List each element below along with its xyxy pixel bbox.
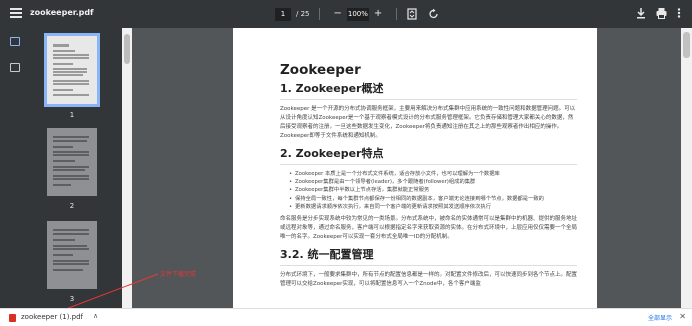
page-zoom-controls: 1 / 25 − 100% + (275, 6, 440, 22)
menu-icon[interactable] (10, 8, 22, 20)
document-scrollbar[interactable] (681, 28, 692, 308)
thumbnail-page[interactable] (44, 33, 100, 107)
section-heading: 3.2. 统一配置管理 (280, 246, 577, 267)
show-all-downloads-link[interactable]: 全部显示 (648, 313, 672, 322)
download-icon[interactable] (635, 6, 647, 20)
pdf-toolbar: zookeeper.pdf 1 / 25 − 100% + (0, 0, 692, 28)
thumbnail-scrollbar[interactable] (122, 28, 132, 308)
total-pages: / 25 (296, 10, 310, 18)
list-item: Zookeeper 本质上是一个分布式文件系统，适合存放小文件，也可以理解为一个… (289, 170, 577, 178)
section-heading: 2. Zookeeper特点 (280, 145, 577, 165)
more-options-icon[interactable] (676, 6, 682, 20)
page-number-input[interactable]: 1 (275, 7, 291, 21)
document-viewer: Zookeeper 1. Zookeeper概述 Zookeeper 是一个开源… (132, 28, 692, 308)
thumbnail-page[interactable] (47, 221, 97, 289)
thumbnail-page[interactable] (47, 128, 97, 196)
rotate-icon[interactable] (428, 8, 440, 20)
toolbar-actions (635, 6, 682, 20)
sidebar-rail (0, 28, 30, 308)
zoom-out-button[interactable]: − (329, 7, 347, 21)
thumbnail-page-number: 3 (69, 295, 75, 303)
section-paragraph: 命名服务是分步实现系统中较为常见的一类场景。分布式系统中，被命名的实体通常可以是… (280, 216, 578, 241)
thumbnail-panel: 1 2 3 (30, 28, 122, 308)
toolbar-divider (396, 8, 398, 20)
section-heading: 1. Zookeeper概述 (280, 80, 577, 100)
print-icon[interactable] (655, 6, 668, 20)
thumbnail-view-icon[interactable] (10, 37, 20, 46)
section-paragraph: 分布式环境下，一般要求集群中，所有节点的配置信息都是一样的。对配置文件修改后，可… (280, 272, 578, 288)
thumbnail-page-number: 1 (69, 111, 75, 119)
close-icon[interactable]: ✕ (679, 312, 686, 321)
zoom-in-button[interactable]: + (369, 7, 387, 21)
section-paragraph: Zookeeper 是一个开源的分布式协调服务框架，主要用来解决分布式集群中应用… (280, 106, 576, 139)
document-title: Zookeeper (280, 62, 361, 78)
fit-page-icon[interactable] (406, 8, 418, 20)
list-item: 保持全局一致性，每个集群节点都保存一份相同的数据副本，客户端无论连接到哪个节点，… (289, 195, 577, 203)
pdf-file-icon (9, 314, 16, 322)
annotation-label: 文件下载完成 (160, 271, 197, 278)
list-item: Zookeeper集群是由一个领导者(leader)，多个跟随者(followe… (289, 178, 577, 186)
pdf-page: Zookeeper 1. Zookeeper概述 Zookeeper 是一个开源… (233, 28, 597, 308)
chevron-up-icon[interactable]: ∧ (93, 312, 98, 320)
feature-list: Zookeeper 本质上是一个分布式文件系统，适合存放小文件，也可以理解为一个… (289, 170, 577, 211)
outline-view-icon[interactable] (10, 63, 20, 72)
list-item: Zookeeper集群中半数以上节点存活，集群就能正常服务 (289, 186, 577, 194)
file-title: zookeeper.pdf (30, 8, 94, 17)
pdf-viewer-app: zookeeper.pdf 1 / 25 − 100% + 1 2 3 Zook… (0, 0, 692, 326)
zoom-level-input[interactable]: 100% (346, 7, 369, 21)
thumbnail-page-number: 2 (69, 202, 75, 210)
download-bar: zookeeper (1).pdf ∧ 全部显示 ✕ (0, 308, 692, 326)
list-item: 更新数据请求顺序依次执行，来自同一个客户端的更新请求按照其发送顺序依次执行 (289, 203, 577, 211)
toolbar-divider (318, 8, 320, 20)
download-file-name[interactable]: zookeeper (1).pdf (21, 313, 83, 321)
